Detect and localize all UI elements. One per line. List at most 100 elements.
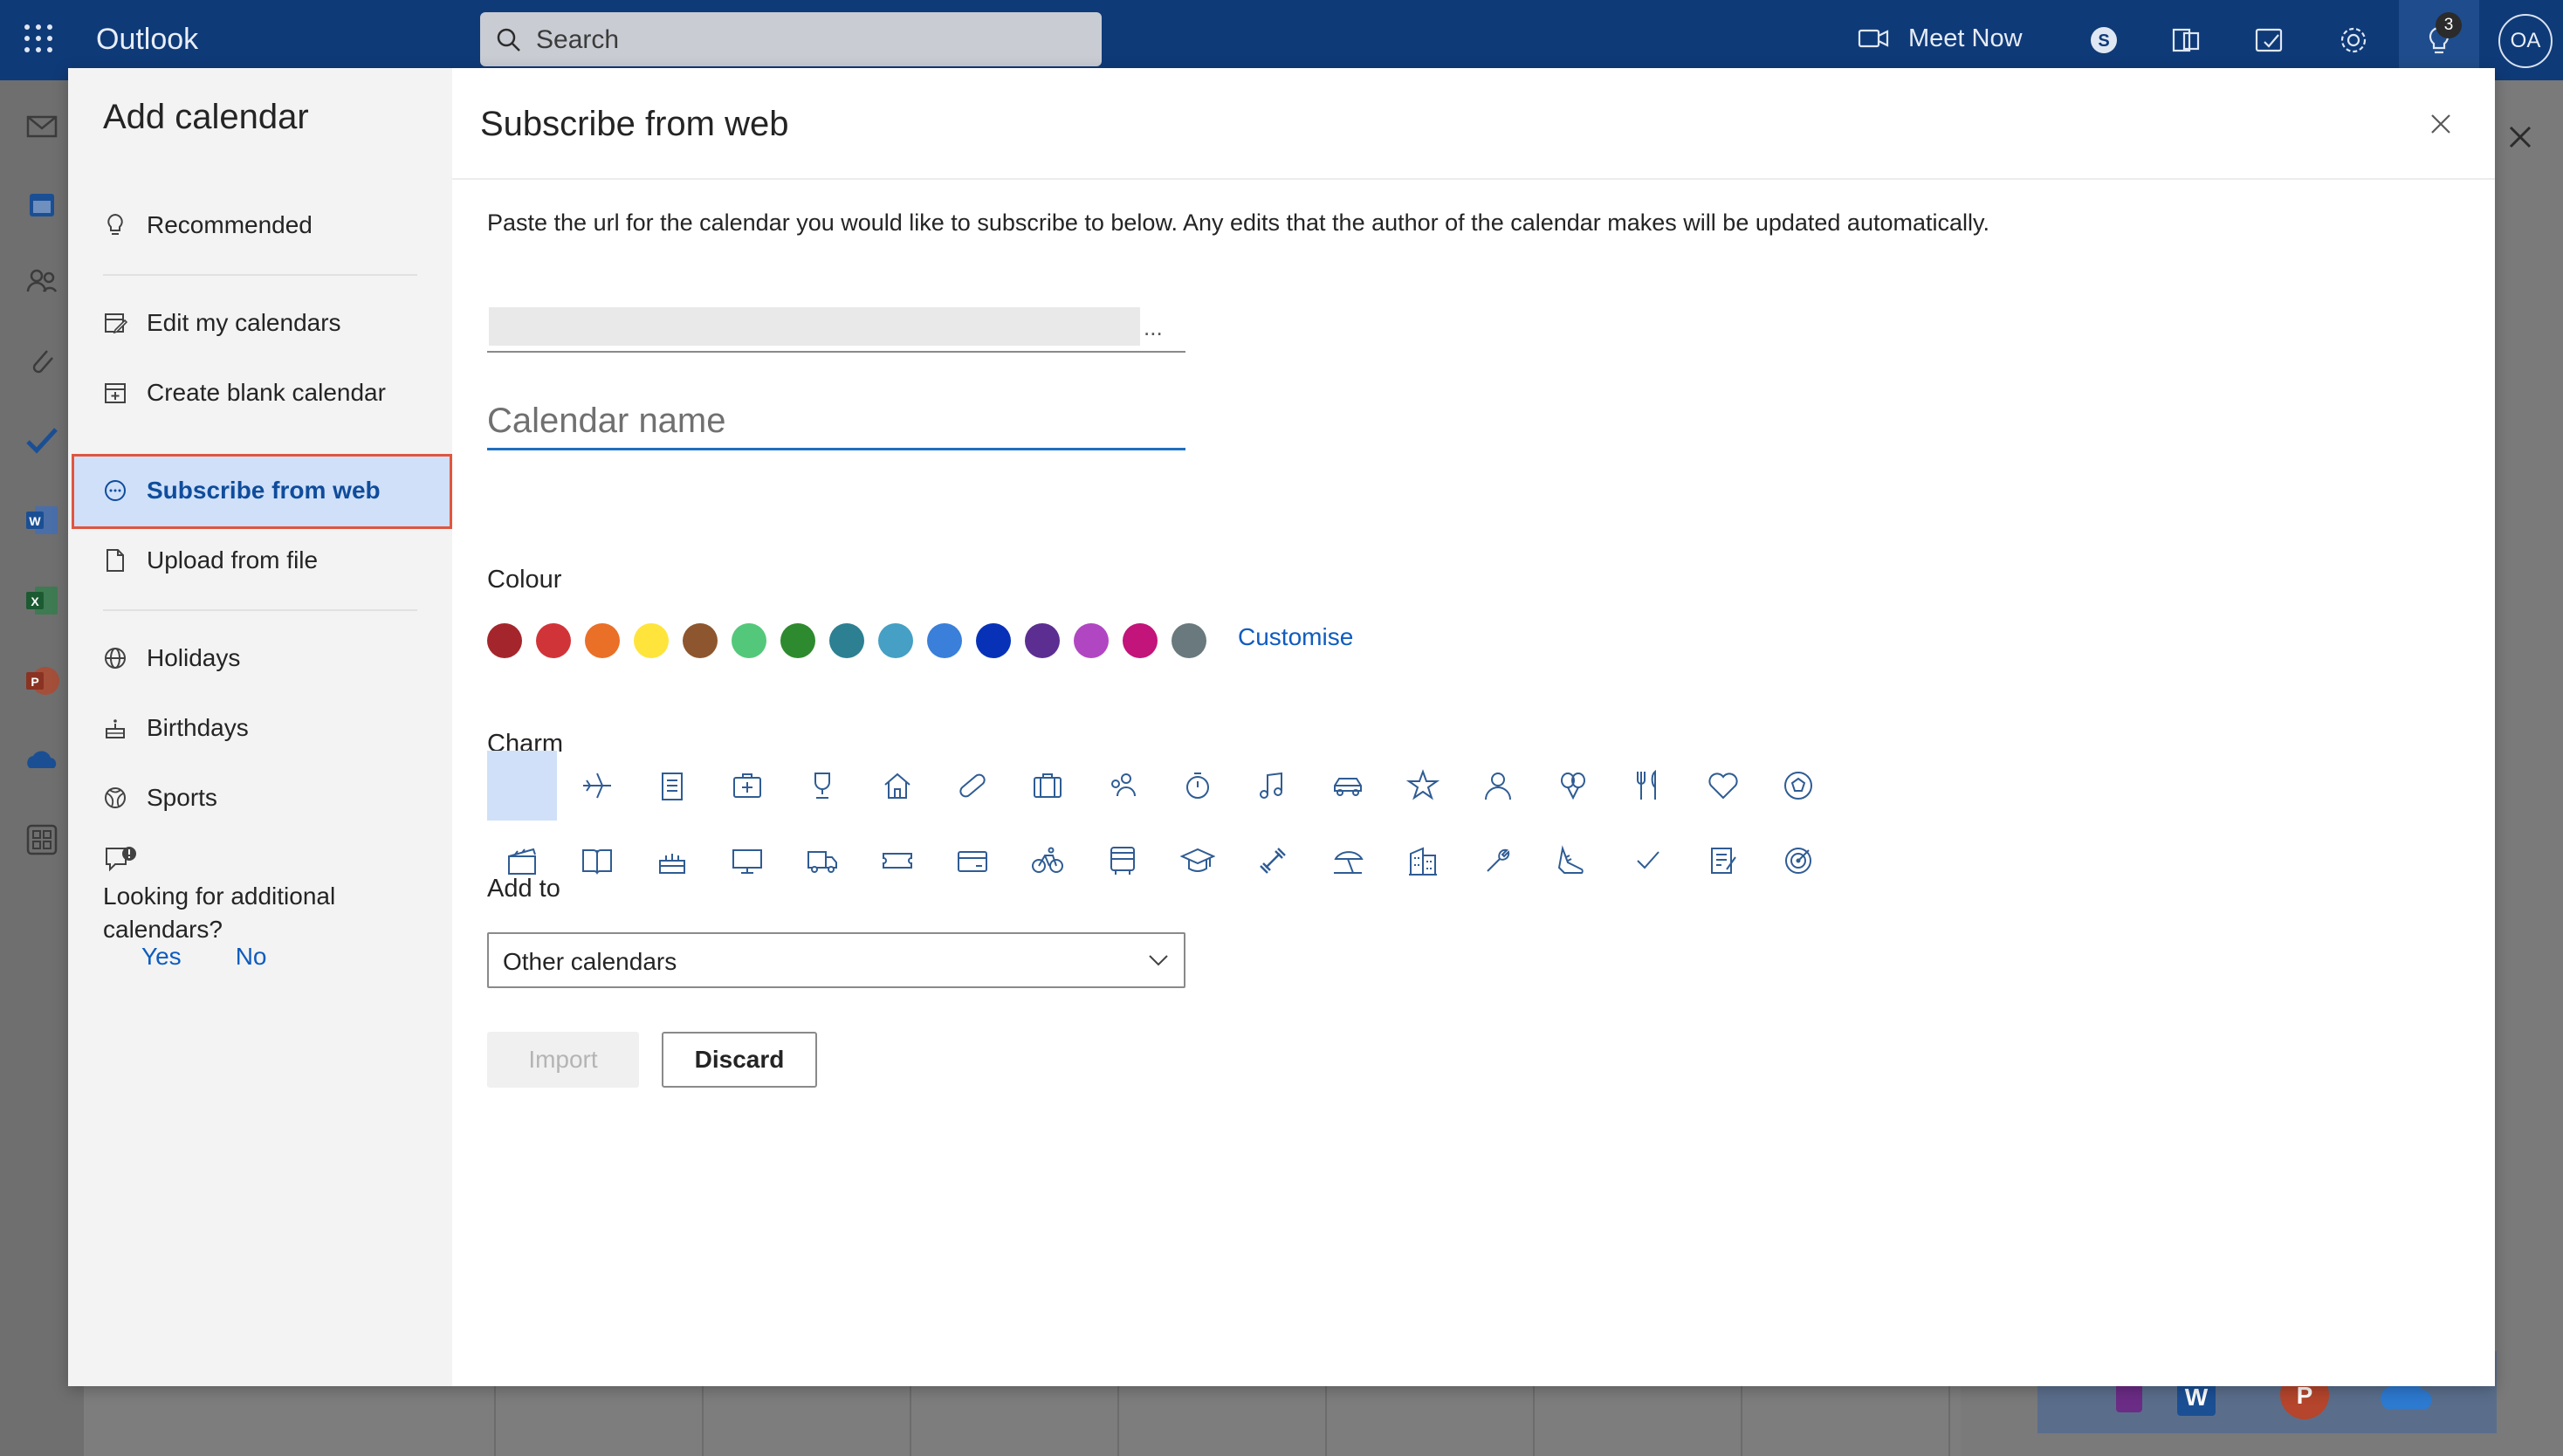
colour-swatch[interactable] <box>536 623 571 658</box>
wrench-icon <box>1487 848 1510 872</box>
charm-option[interactable] <box>1613 826 1683 896</box>
charm-option[interactable] <box>787 826 857 896</box>
charm-option[interactable] <box>1238 751 1308 821</box>
onedrive-icon[interactable] <box>21 740 63 782</box>
checkmark-icon <box>1637 851 1659 869</box>
colour-swatch[interactable] <box>1025 623 1060 658</box>
avatar[interactable]: OA <box>2498 14 2553 68</box>
feedback-no-link[interactable]: No <box>236 943 267 971</box>
meet-now-button[interactable]: Meet Now <box>1858 19 2023 58</box>
charm-option[interactable] <box>1238 826 1308 896</box>
charm-option[interactable] <box>1388 826 1458 896</box>
notification-badge: 3 <box>2436 12 2462 38</box>
attach-icon[interactable] <box>21 340 63 382</box>
charm-option[interactable] <box>862 751 932 821</box>
charm-option[interactable] <box>1763 826 1833 896</box>
colour-swatch[interactable] <box>683 623 718 658</box>
nav-upload-from-file[interactable]: Upload from file <box>103 543 426 578</box>
people-icon[interactable] <box>21 260 63 302</box>
nav-holidays[interactable]: Holidays <box>103 641 426 676</box>
nav-birthdays[interactable]: Birthdays <box>103 711 426 745</box>
colour-swatch[interactable] <box>634 623 669 658</box>
charm-none-selected[interactable] <box>487 751 557 821</box>
colour-swatch[interactable] <box>1123 623 1158 658</box>
calendar-icon[interactable] <box>21 183 63 225</box>
graduation-cap-icon <box>1180 848 1215 872</box>
todo-icon[interactable] <box>21 419 63 461</box>
charm-option[interactable] <box>1088 751 1158 821</box>
charm-option[interactable] <box>562 826 632 896</box>
colour-swatch[interactable] <box>1172 623 1206 658</box>
charm-option[interactable] <box>787 751 857 821</box>
colour-swatch[interactable] <box>585 623 620 658</box>
charm-option[interactable] <box>1538 751 1608 821</box>
calendar-name-input[interactable] <box>487 395 1185 447</box>
charm-option[interactable] <box>1613 751 1683 821</box>
nav-subscribe-from-web[interactable]: Subscribe from web <box>103 473 426 508</box>
feedback-question: Looking for additional calendars? <box>103 883 336 943</box>
mail-icon[interactable] <box>21 105 63 147</box>
more-apps-icon[interactable] <box>21 819 63 861</box>
svg-text:W: W <box>2185 1384 2209 1411</box>
charm-option[interactable] <box>637 826 707 896</box>
charm-option[interactable] <box>1463 751 1533 821</box>
nav-divider <box>103 274 417 276</box>
colour-swatch[interactable] <box>927 623 962 658</box>
colour-swatch[interactable] <box>780 623 815 658</box>
search-box[interactable]: Search <box>480 12 1102 66</box>
import-button[interactable]: Import <box>487 1032 639 1088</box>
charm-option[interactable] <box>1313 826 1383 896</box>
my-day-icon[interactable] <box>2252 23 2287 58</box>
colour-swatch[interactable] <box>878 623 913 658</box>
charm-option[interactable] <box>1163 826 1233 896</box>
app-title[interactable]: Outlook <box>96 23 198 57</box>
charm-option[interactable] <box>862 826 932 896</box>
charm-option[interactable] <box>1538 826 1608 896</box>
charm-option[interactable] <box>1463 826 1533 896</box>
charm-option[interactable] <box>1163 751 1233 821</box>
calendar-url-input[interactable]: ... <box>487 304 1185 353</box>
charm-option[interactable] <box>712 826 782 896</box>
colour-swatch[interactable] <box>1074 623 1109 658</box>
charm-option[interactable] <box>1013 826 1082 896</box>
charm-option[interactable] <box>938 751 1007 821</box>
discard-button[interactable]: Discard <box>662 1032 817 1088</box>
nav-sports[interactable]: Sports <box>103 780 426 815</box>
charm-option[interactable] <box>562 751 632 821</box>
colour-swatch[interactable] <box>976 623 1011 658</box>
excel-icon[interactable]: X <box>21 580 63 622</box>
charm-option[interactable] <box>1313 751 1383 821</box>
charm-option[interactable] <box>1763 751 1833 821</box>
charm-option[interactable] <box>712 751 782 821</box>
charm-option[interactable] <box>1688 751 1758 821</box>
feedback-yes-link[interactable]: Yes <box>141 943 182 971</box>
calendar-name-field[interactable] <box>487 395 1185 450</box>
charm-option[interactable] <box>1388 751 1458 821</box>
office-apps-icon[interactable] <box>2168 23 2203 58</box>
nav-edit-my-calendars[interactable]: Edit my calendars <box>103 306 426 340</box>
payment-card-icon <box>958 851 987 872</box>
globe-icon <box>105 648 126 669</box>
colour-swatch[interactable] <box>487 623 522 658</box>
dialog-title: Add calendar <box>103 98 309 136</box>
powerpoint-icon[interactable]: P <box>21 660 63 702</box>
customise-colour-link[interactable]: Customise <box>1238 623 1353 651</box>
settings-gear-icon[interactable] <box>2336 23 2371 58</box>
colour-swatch[interactable] <box>829 623 864 658</box>
charm-option[interactable] <box>1088 826 1158 896</box>
charm-option[interactable] <box>637 751 707 821</box>
charm-option[interactable] <box>938 826 1007 896</box>
add-to-dropdown[interactable]: Other calendars <box>487 932 1185 988</box>
nav-recommended[interactable]: Recommended <box>103 208 426 243</box>
subscribe-form-panel: Subscribe from web Paste the url for the… <box>452 68 2495 1386</box>
add-to-selected-value: Other calendars <box>503 948 677 975</box>
word-icon[interactable]: W <box>21 499 63 541</box>
close-icon[interactable] <box>2422 105 2460 143</box>
charm-option[interactable] <box>1688 826 1758 896</box>
charm-option[interactable] <box>1013 751 1082 821</box>
nav-create-blank-calendar[interactable]: Create blank calendar <box>103 375 426 410</box>
skype-icon[interactable]: S <box>2086 23 2121 58</box>
cake-icon <box>659 854 685 874</box>
colour-swatch[interactable] <box>732 623 766 658</box>
app-launcher-icon[interactable] <box>23 23 54 54</box>
